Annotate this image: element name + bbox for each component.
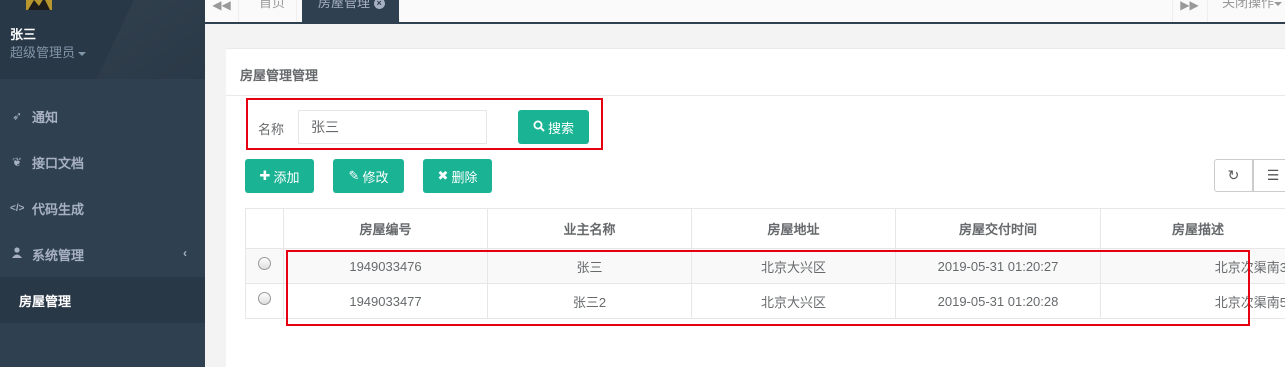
profile-area: 张三 超级管理员 bbox=[0, 0, 205, 79]
sidebar-item-notice[interactable]: ➶ 通知 bbox=[0, 93, 205, 139]
search-button[interactable]: 搜索 bbox=[518, 110, 589, 144]
tab-bar: ◀◀ 首页 房屋管理 × ▶▶ 关闭操作 bbox=[205, 0, 1285, 24]
chevron-down-icon bbox=[1274, 1, 1283, 6]
table-row[interactable]: 1949033477 张三2 北京大兴区 2019-05-31 01:20:28… bbox=[245, 283, 1285, 319]
delete-button[interactable]: ✖ 删除 bbox=[423, 159, 492, 193]
sidebar-item-label: 接口文档 bbox=[32, 155, 85, 171]
column-header[interactable]: 房屋编号 bbox=[283, 208, 488, 249]
search-icon bbox=[533, 120, 545, 135]
user-icon bbox=[10, 247, 24, 261]
double-chevron-left-icon: ◀◀ bbox=[212, 0, 231, 12]
leaf-icon: ❦ bbox=[11, 155, 23, 169]
search-button-label: 搜索 bbox=[547, 120, 574, 136]
table-cell: 北京次渠南3 bbox=[1100, 248, 1285, 284]
double-chevron-right-icon: ▶▶ bbox=[1180, 0, 1199, 12]
row-select-cell bbox=[245, 248, 284, 284]
user-role-dropdown[interactable]: 超级管理员 bbox=[10, 42, 87, 61]
remove-icon: ✖ bbox=[437, 168, 449, 183]
tab-home[interactable]: 首页 bbox=[247, 0, 297, 22]
refresh-button[interactable]: ↻ bbox=[1214, 159, 1253, 192]
sidebar-item-api-docs[interactable]: ❦ 接口文档 bbox=[0, 139, 205, 185]
select-column-header bbox=[245, 208, 284, 249]
sidebar-item-system[interactable]: 系统管理 ‹ bbox=[0, 231, 205, 277]
sidebar-item-house-management[interactable]: 房屋管理 bbox=[0, 277, 205, 323]
user-name: 张三 bbox=[10, 27, 37, 42]
row-select-cell bbox=[245, 283, 284, 319]
refresh-icon: ↻ bbox=[1227, 167, 1240, 183]
tab-active-label: 房屋管理 bbox=[318, 0, 371, 10]
table-cell: 北京次渠南5 bbox=[1100, 283, 1285, 319]
sidebar: 张三 超级管理员 ➶ 通知 ❦ 接口文档 </> 代码生成 系统管理 ‹ 房屋管… bbox=[0, 0, 205, 367]
columns-button[interactable]: ☰ bbox=[1253, 159, 1285, 192]
profile-decoration bbox=[82, 0, 205, 79]
table-cell: 北京大兴区 bbox=[691, 283, 896, 319]
column-header[interactable]: 房屋描述 bbox=[1100, 208, 1285, 249]
tab-scroll-left-button[interactable]: ◀◀ bbox=[205, 0, 239, 22]
divider bbox=[226, 95, 1285, 96]
column-header[interactable]: 业主名称 bbox=[487, 208, 692, 249]
table-header-row: 房屋编号 业主名称 房屋地址 房屋交付时间 房屋描述 bbox=[245, 208, 1285, 249]
row-radio[interactable] bbox=[258, 256, 271, 270]
table-cell: 张三2 bbox=[487, 283, 692, 319]
table-cell: 2019-05-31 01:20:28 bbox=[895, 283, 1101, 319]
sidebar-subitem-label: 房屋管理 bbox=[19, 293, 72, 309]
sidebar-item-code-gen[interactable]: </> 代码生成 bbox=[0, 185, 205, 231]
rocket-icon: ➶ bbox=[11, 109, 23, 123]
page-title: 房屋管理管理 bbox=[240, 68, 319, 83]
delete-button-label: 删除 bbox=[451, 169, 478, 185]
user-role-label: 超级管理员 bbox=[10, 45, 76, 60]
code-icon: </> bbox=[10, 202, 25, 214]
avatar[interactable] bbox=[22, 0, 56, 16]
table-cell: 张三 bbox=[487, 248, 692, 284]
table-cell: 北京大兴区 bbox=[691, 248, 896, 284]
table-cell: 2019-05-31 01:20:27 bbox=[895, 248, 1101, 284]
chevron-left-icon: ‹ bbox=[183, 246, 187, 260]
list-icon: ☰ bbox=[1266, 167, 1280, 183]
sidebar-item-label: 通知 bbox=[32, 109, 59, 125]
plus-icon: ✚ bbox=[259, 168, 271, 183]
edit-icon: ✎ bbox=[348, 168, 360, 183]
close-operations-label: 关闭操作 bbox=[1222, 0, 1275, 10]
close-operations-dropdown[interactable]: 关闭操作 bbox=[1207, 0, 1285, 22]
chevron-down-icon bbox=[78, 51, 87, 56]
edit-button[interactable]: ✎ 修改 bbox=[333, 159, 404, 193]
column-header[interactable]: 房屋交付时间 bbox=[895, 208, 1101, 249]
search-name-label: 名称 bbox=[258, 122, 285, 137]
column-header[interactable]: 房屋地址 bbox=[691, 208, 896, 249]
data-table: 房屋编号 业主名称 房屋地址 房屋交付时间 房屋描述 1949033476 张三… bbox=[245, 208, 1285, 319]
close-icon[interactable]: × bbox=[373, 0, 385, 9]
add-button[interactable]: ✚ 添加 bbox=[245, 159, 314, 193]
row-radio[interactable] bbox=[258, 291, 271, 305]
tab-home-label: 首页 bbox=[259, 0, 286, 10]
search-name-input[interactable] bbox=[298, 110, 487, 144]
edit-button-label: 修改 bbox=[362, 169, 389, 185]
table-cell: 1949033477 bbox=[283, 283, 488, 319]
sidebar-item-label: 系统管理 bbox=[32, 247, 85, 263]
table-row[interactable]: 1949033476 张三 北京大兴区 2019-05-31 01:20:27 … bbox=[245, 248, 1285, 284]
tab-house-management[interactable]: 房屋管理 × bbox=[302, 0, 399, 22]
sidebar-item-label: 代码生成 bbox=[32, 201, 85, 217]
tab-scroll-right-button[interactable]: ▶▶ bbox=[1172, 0, 1206, 22]
table-cell: 1949033476 bbox=[283, 248, 488, 284]
add-button-label: 添加 bbox=[273, 169, 300, 185]
